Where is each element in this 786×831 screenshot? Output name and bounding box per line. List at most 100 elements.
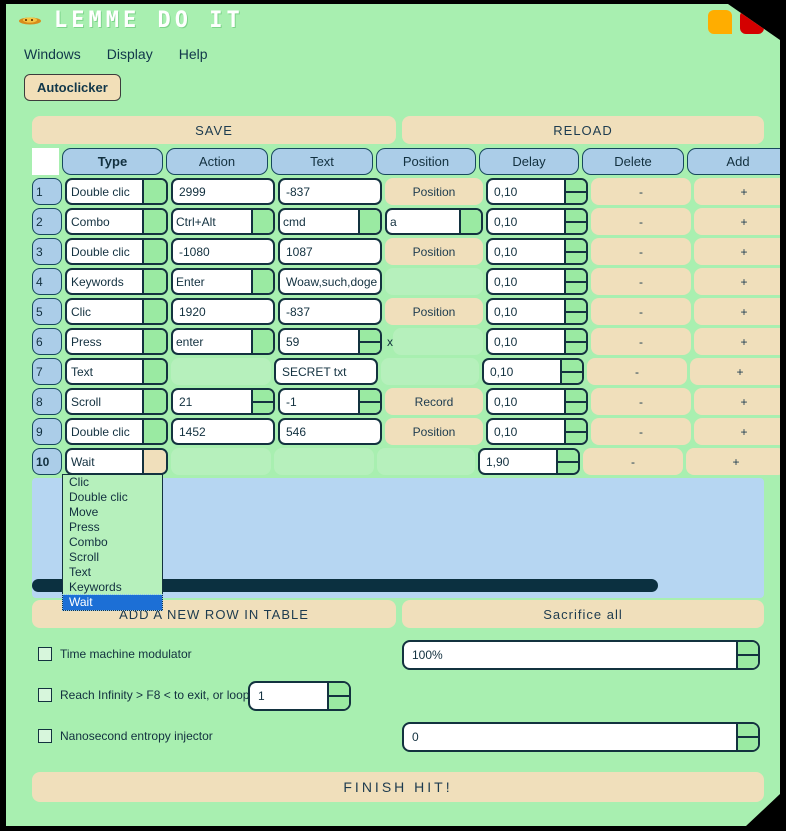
row-add-button[interactable]: + [694, 418, 780, 445]
row-delete-button[interactable]: - [591, 388, 691, 415]
row-text-input[interactable]: Woaw,such,doge [278, 268, 382, 295]
row-text-stepper[interactable] [358, 330, 380, 353]
nanosecond-input[interactable]: 0 [402, 722, 760, 752]
row-position-button[interactable]: Position [385, 418, 483, 445]
row-delay-spinner[interactable]: 0,10 [482, 358, 584, 385]
row-add-button[interactable]: + [694, 298, 780, 325]
type-option[interactable]: Combo [63, 535, 162, 550]
row-delete-button[interactable]: - [591, 268, 691, 295]
type-option[interactable]: Text [63, 565, 162, 580]
row-delay-stepper[interactable] [564, 180, 586, 203]
row-delay-spinner[interactable]: 0,10 [486, 208, 588, 235]
save-button[interactable]: SAVE [32, 116, 396, 144]
chevron-down-icon[interactable] [459, 210, 481, 233]
row-delay-stepper[interactable] [564, 420, 586, 443]
header-delete[interactable]: Delete [582, 148, 684, 175]
row-type-select[interactable]: Combo [65, 208, 168, 235]
row-type-select[interactable]: Keywords [65, 268, 168, 295]
row-delete-button[interactable]: - [587, 358, 687, 385]
row-text-spinner[interactable]: -1 [278, 388, 382, 415]
row-position-button[interactable]: Record [385, 388, 483, 415]
row-text-input[interactable]: 546 [278, 418, 382, 445]
row-delay-spinner[interactable]: 0,10 [486, 328, 588, 355]
row-delay-stepper[interactable] [564, 240, 586, 263]
row-add-button[interactable]: + [694, 268, 780, 295]
nanosecond-spinner[interactable] [736, 724, 758, 750]
row-delay-spinner[interactable]: 0,10 [486, 178, 588, 205]
row-add-button[interactable]: + [694, 208, 780, 235]
row-text-input[interactable]: -837 [278, 178, 382, 205]
row-extra-combo[interactable]: a [385, 208, 483, 235]
sacrifice-all-button[interactable]: Sacrifice all [402, 600, 764, 628]
reach-infinity-input[interactable]: 1 [248, 681, 351, 711]
chevron-down-icon[interactable] [142, 240, 166, 263]
row-delay-stepper[interactable] [560, 360, 582, 383]
row-add-button[interactable]: + [694, 388, 780, 415]
header-text[interactable]: Text [271, 148, 373, 175]
type-option[interactable]: Wait [62, 594, 163, 611]
row-delete-button[interactable]: - [591, 328, 691, 355]
chevron-down-icon[interactable] [142, 180, 166, 203]
chevron-down-icon[interactable] [142, 360, 166, 383]
minimize-button[interactable] [708, 10, 732, 34]
row-type-select[interactable]: Double clic [65, 178, 168, 205]
row-delay-stepper[interactable] [564, 270, 586, 293]
chevron-down-icon[interactable] [251, 210, 273, 233]
row-action-combo[interactable]: Ctrl+Alt [171, 208, 275, 235]
type-option[interactable]: Clic [63, 475, 162, 490]
type-dropdown-list[interactable]: Clic Double clic Move Press Combo Scroll Text K… [62, 474, 163, 611]
type-option[interactable]: Scroll [63, 550, 162, 565]
row-delete-button[interactable]: - [583, 448, 683, 475]
row-text-spinner[interactable]: 59 [278, 328, 382, 355]
row-type-select[interactable]: Clic [65, 298, 168, 325]
type-option[interactable]: Press [63, 520, 162, 535]
header-type[interactable]: Type [62, 148, 163, 175]
row-text-stepper[interactable] [358, 390, 380, 413]
menu-item-help[interactable]: Help [179, 46, 208, 62]
chevron-down-icon[interactable] [251, 330, 273, 353]
row-add-button[interactable]: + [694, 328, 780, 355]
chevron-down-icon[interactable] [142, 270, 166, 293]
row-type-select[interactable]: Double clic [65, 238, 168, 265]
row-delay-spinner[interactable]: 0,10 [486, 298, 588, 325]
row-add-button[interactable]: + [694, 238, 780, 265]
row-delay-stepper[interactable] [564, 300, 586, 323]
row-type-select[interactable]: Wait [65, 448, 168, 475]
time-machine-spinner[interactable] [736, 642, 758, 668]
row-action-input[interactable]: 1920 [171, 298, 275, 325]
chevron-down-icon[interactable] [251, 270, 273, 293]
row-delay-stepper[interactable] [564, 330, 586, 353]
type-option[interactable]: Double clic [63, 490, 162, 505]
chevron-down-icon[interactable] [142, 300, 166, 323]
row-position-button[interactable]: Position [385, 238, 483, 265]
row-delay-spinner[interactable]: 0,10 [486, 418, 588, 445]
row-add-button[interactable]: + [686, 448, 780, 475]
row-delete-button[interactable]: - [591, 238, 691, 265]
type-option[interactable]: Keywords [63, 580, 162, 595]
header-add[interactable]: Add [687, 148, 780, 175]
row-action-spinner[interactable]: 21 [171, 388, 275, 415]
row-action-stepper[interactable] [251, 390, 273, 413]
chevron-down-icon[interactable] [142, 450, 166, 473]
chevron-down-icon[interactable] [142, 330, 166, 353]
row-delay-spinner[interactable]: 1,90 [478, 448, 580, 475]
row-delay-stepper[interactable] [564, 210, 586, 233]
row-add-button[interactable]: + [694, 178, 780, 205]
header-action[interactable]: Action [166, 148, 268, 175]
row-position-button[interactable]: Position [385, 298, 483, 325]
row-delete-button[interactable]: - [591, 208, 691, 235]
chevron-down-icon[interactable] [142, 390, 166, 413]
row-delete-button[interactable]: - [591, 418, 691, 445]
reach-infinity-spinner[interactable] [327, 683, 349, 709]
type-option[interactable]: Move [63, 505, 162, 520]
row-type-select[interactable]: Double clic [65, 418, 168, 445]
close-button[interactable] [740, 10, 764, 34]
row-action-input[interactable]: -1080 [171, 238, 275, 265]
chevron-down-icon[interactable] [142, 210, 166, 233]
row-type-select[interactable]: Scroll [65, 388, 168, 415]
row-action-input[interactable]: 2999 [171, 178, 275, 205]
menu-item-display[interactable]: Display [107, 46, 153, 62]
menu-item-windows[interactable]: Windows [24, 46, 81, 62]
row-delay-spinner[interactable]: 0,10 [486, 268, 588, 295]
row-delay-spinner[interactable]: 0,10 [486, 238, 588, 265]
